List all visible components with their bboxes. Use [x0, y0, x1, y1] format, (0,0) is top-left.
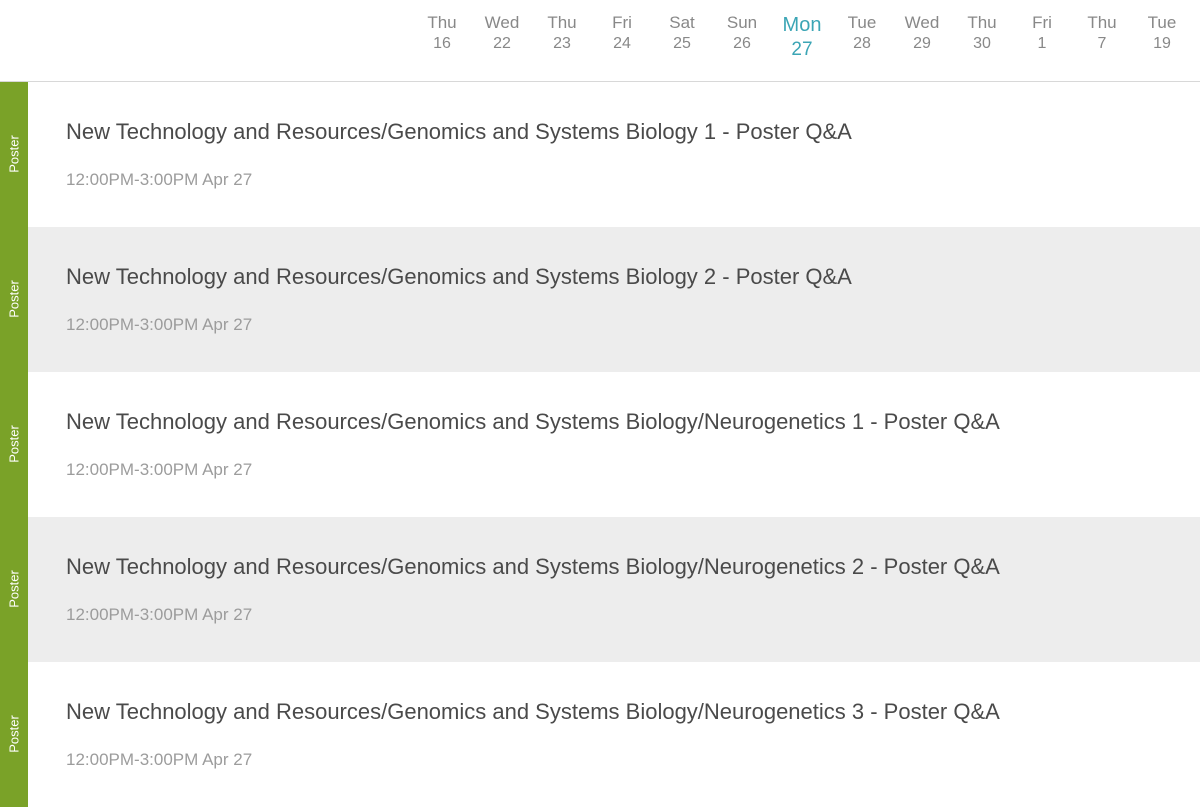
- session-type-label: Poster: [7, 135, 22, 173]
- session-time: 12:00PM-3:00PM Apr 27: [66, 315, 1172, 335]
- date-tab-19[interactable]: Tue19: [1132, 12, 1192, 63]
- session-time: 12:00PM-3:00PM Apr 27: [66, 750, 1172, 770]
- date-dom: 7: [1072, 34, 1132, 55]
- session-row[interactable]: Poster New Technology and Resources/Genom…: [0, 227, 1200, 372]
- session-type-label: Poster: [7, 425, 22, 463]
- date-tab-23[interactable]: Thu23: [532, 12, 592, 63]
- session-title: New Technology and Resources/Genomics an…: [66, 408, 1172, 436]
- date-tab-22[interactable]: Wed22: [472, 12, 532, 63]
- date-dow: Wed: [892, 12, 952, 34]
- session-type-tag: Poster: [0, 662, 28, 807]
- date-tab-28[interactable]: Tue28: [832, 12, 892, 63]
- session-type-tag: Poster: [0, 227, 28, 372]
- date-dow: Thu: [412, 12, 472, 34]
- session-type-label: Poster: [7, 715, 22, 753]
- date-dow: Thu: [532, 12, 592, 34]
- date-tab-7[interactable]: Thu7: [1072, 12, 1132, 63]
- session-row[interactable]: Poster New Technology and Resources/Genom…: [0, 372, 1200, 517]
- date-tab-25[interactable]: Sat25: [652, 12, 712, 63]
- date-dow: Mon: [772, 12, 832, 38]
- date-dom: 16: [412, 34, 472, 55]
- date-tab-26[interactable]: Sun26: [712, 12, 772, 63]
- date-tab-30[interactable]: Thu30: [952, 12, 1012, 63]
- date-dow: Thu: [1072, 12, 1132, 34]
- date-dow: Fri: [592, 12, 652, 34]
- date-dow: Tue: [832, 12, 892, 34]
- sessions-list: Poster New Technology and Resources/Genom…: [0, 82, 1200, 807]
- date-dom: 1: [1012, 34, 1072, 55]
- date-dow: Thu: [952, 12, 1012, 34]
- date-tab-1[interactable]: Fri1: [1012, 12, 1072, 63]
- session-type-tag: Poster: [0, 82, 28, 227]
- session-title: New Technology and Resources/Genomics an…: [66, 553, 1172, 581]
- session-row[interactable]: Poster New Technology and Resources/Genom…: [0, 662, 1200, 807]
- session-content: New Technology and Resources/Genomics an…: [28, 662, 1200, 807]
- session-time: 12:00PM-3:00PM Apr 27: [66, 460, 1172, 480]
- session-time: 12:00PM-3:00PM Apr 27: [66, 605, 1172, 625]
- session-row[interactable]: Poster New Technology and Resources/Genom…: [0, 517, 1200, 662]
- session-type-tag: Poster: [0, 517, 28, 662]
- date-tab-29[interactable]: Wed29: [892, 12, 952, 63]
- session-title: New Technology and Resources/Genomics an…: [66, 118, 1172, 146]
- date-tab-27[interactable]: Mon27: [772, 12, 832, 63]
- date-dom: 22: [472, 34, 532, 55]
- session-type-label: Poster: [7, 570, 22, 608]
- date-dom: 26: [712, 34, 772, 55]
- date-dom: 28: [832, 34, 892, 55]
- date-dow: Tue: [1132, 12, 1192, 34]
- date-dom: 24: [592, 34, 652, 55]
- session-content: New Technology and Resources/Genomics an…: [28, 517, 1200, 662]
- session-content: New Technology and Resources/Genomics an…: [28, 227, 1200, 372]
- session-title: New Technology and Resources/Genomics an…: [66, 698, 1172, 726]
- date-dow: Fri: [1012, 12, 1072, 34]
- session-type-tag: Poster: [0, 372, 28, 517]
- session-content: New Technology and Resources/Genomics an…: [28, 82, 1200, 227]
- date-dow: Wed: [472, 12, 532, 34]
- date-dom: 19: [1132, 34, 1192, 55]
- date-dom: 25: [652, 34, 712, 55]
- date-dow: Sun: [712, 12, 772, 34]
- date-navigation: Thu16Wed22Thu23Fri24Sat25Sun26Mon27Tue28…: [0, 0, 1200, 82]
- date-tab-16[interactable]: Thu16: [412, 12, 472, 63]
- date-dom: 27: [772, 38, 832, 63]
- date-dom: 30: [952, 34, 1012, 55]
- session-row[interactable]: Poster New Technology and Resources/Genom…: [0, 82, 1200, 227]
- date-dom: 29: [892, 34, 952, 55]
- date-tab-24[interactable]: Fri24: [592, 12, 652, 63]
- session-content: New Technology and Resources/Genomics an…: [28, 372, 1200, 517]
- date-dom: 23: [532, 34, 592, 55]
- date-dow: Sat: [652, 12, 712, 34]
- session-time: 12:00PM-3:00PM Apr 27: [66, 170, 1172, 190]
- session-type-label: Poster: [7, 280, 22, 318]
- session-title: New Technology and Resources/Genomics an…: [66, 263, 1172, 291]
